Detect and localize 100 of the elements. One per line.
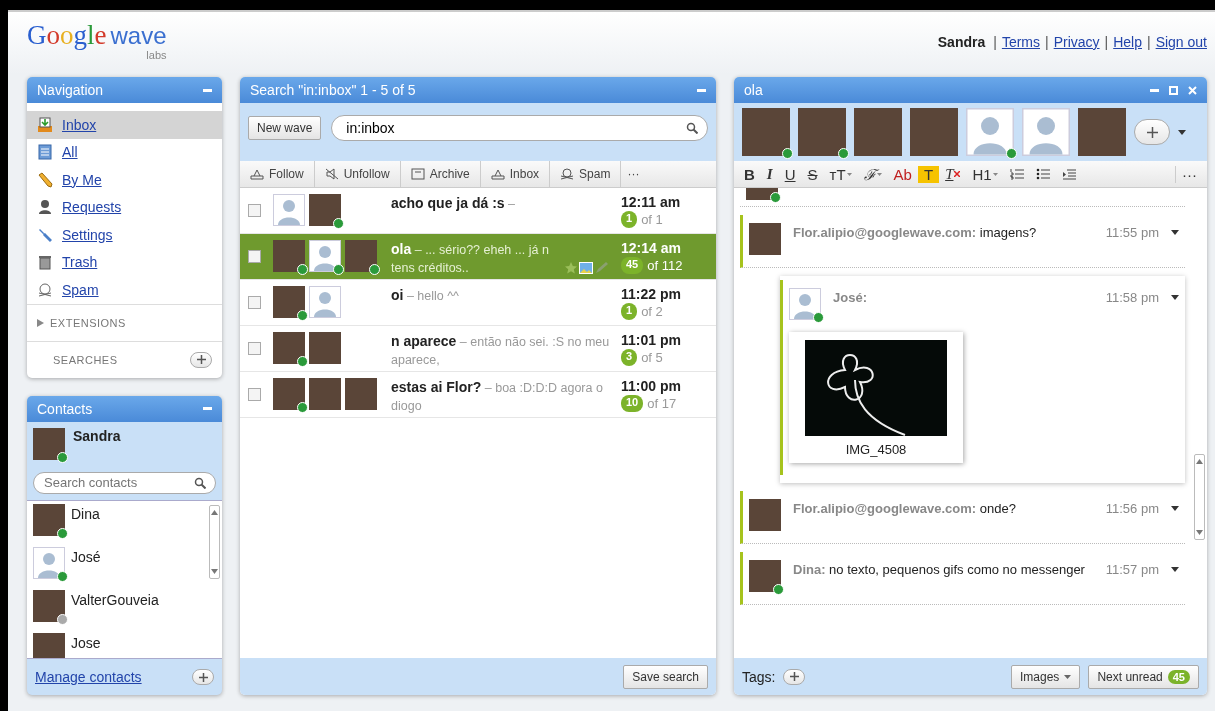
numbered-list-icon bbox=[1009, 168, 1024, 180]
panel-title: ola bbox=[744, 82, 763, 98]
status-dot bbox=[782, 148, 793, 159]
scroll-down-icon[interactable] bbox=[1196, 530, 1203, 535]
contact-item[interactable]: José bbox=[27, 543, 207, 587]
more-button[interactable]: ··· bbox=[1175, 165, 1203, 183]
nav-item[interactable]: All bbox=[27, 138, 222, 166]
separator: | bbox=[1045, 34, 1049, 50]
status-dot bbox=[1006, 148, 1017, 159]
format-button[interactable]: T bbox=[939, 165, 967, 183]
contact-name: ValterGouveia bbox=[71, 590, 159, 610]
logo-tag: labs bbox=[146, 49, 167, 61]
plus-icon bbox=[789, 672, 799, 681]
blip-text: Dina: no texto, pequenos gifs como no messenger bbox=[793, 561, 1086, 579]
skull-icon bbox=[37, 281, 53, 298]
format-button[interactable]: I bbox=[760, 165, 779, 183]
plus-icon bbox=[198, 672, 208, 682]
wave-row[interactable]: estas ai Flor? – boa :D:D:D agora o diogo 11:00 pm 10 of 17 bbox=[240, 372, 716, 418]
caret-icon[interactable] bbox=[1171, 295, 1179, 300]
searches-label: SEARCHES bbox=[53, 353, 118, 366]
image-attachment[interactable]: IMG_4508 bbox=[789, 332, 963, 463]
header-link[interactable]: Privacy bbox=[1053, 34, 1100, 50]
blip-total: of 17 bbox=[647, 395, 677, 412]
wave-row[interactable]: oi – hello ^^ 11:22 pm 1 of 2 bbox=[240, 280, 716, 326]
unread-count: 1 bbox=[621, 211, 638, 228]
format-button[interactable]: S bbox=[801, 165, 824, 183]
minimize-icon[interactable] bbox=[203, 88, 212, 92]
search-contacts-field[interactable]: Search contacts bbox=[33, 471, 216, 494]
trash-icon bbox=[37, 254, 53, 271]
header-link[interactable]: Help bbox=[1113, 34, 1142, 50]
wave-digest: oi – hello ^^ bbox=[391, 286, 460, 305]
toolbar-button[interactable]: Archive bbox=[400, 161, 481, 187]
add-contact-button[interactable] bbox=[192, 669, 214, 685]
blip-total: of 1 bbox=[641, 211, 663, 228]
scrollbar[interactable] bbox=[1194, 454, 1205, 540]
caret-icon[interactable] bbox=[1171, 567, 1179, 572]
format-button[interactable]: U bbox=[778, 165, 802, 183]
format-button[interactable]: тT bbox=[823, 165, 858, 183]
checkbox[interactable] bbox=[248, 388, 261, 401]
add-tag-button[interactable] bbox=[783, 668, 806, 685]
toolbar-button[interactable]: Follow bbox=[240, 161, 315, 187]
nav-item[interactable]: Spam bbox=[27, 276, 222, 304]
next-unread-button[interactable]: Next unread 45 bbox=[1088, 664, 1199, 689]
toolbar-button[interactable]: Unfollow bbox=[314, 161, 401, 187]
contact-item[interactable]: ValterGouveia bbox=[27, 586, 207, 630]
format-button[interactable]: B bbox=[738, 165, 761, 183]
unread-count: 45 bbox=[621, 257, 644, 274]
images-button[interactable]: Images bbox=[1011, 664, 1081, 689]
header-link[interactable]: Sign out bbox=[1155, 34, 1207, 50]
format-button[interactable]: Ab bbox=[887, 165, 918, 183]
save-search-button[interactable]: Save search bbox=[623, 664, 708, 689]
caret-icon bbox=[846, 172, 852, 176]
contact-item[interactable]: Jose bbox=[27, 629, 207, 658]
add-search-button[interactable] bbox=[190, 351, 212, 368]
extensions-toggle[interactable]: EXTENSIONS bbox=[50, 316, 126, 329]
nav-item[interactable]: Settings bbox=[27, 221, 222, 249]
checkbox[interactable] bbox=[248, 250, 261, 263]
panel-title: Contacts bbox=[37, 400, 93, 417]
scroll-up-icon[interactable] bbox=[211, 509, 218, 515]
expand-arrow-icon[interactable] bbox=[37, 318, 44, 327]
nav-item[interactable]: Trash bbox=[27, 248, 222, 276]
scrollbar[interactable] bbox=[209, 504, 220, 579]
minimize-icon[interactable] bbox=[697, 88, 706, 92]
toolbar-button[interactable]: Spam bbox=[550, 161, 622, 187]
nav-item[interactable]: Inbox bbox=[27, 111, 222, 139]
format-button[interactable]: ℱ bbox=[857, 164, 888, 184]
manage-contacts-link[interactable]: Manage contacts bbox=[35, 669, 142, 685]
toolbar-button[interactable]: Inbox bbox=[480, 161, 551, 187]
close-icon[interactable] bbox=[1188, 85, 1197, 95]
caret-icon[interactable] bbox=[1178, 129, 1186, 135]
wave-time: 11:00 pm bbox=[621, 378, 681, 395]
caret-icon bbox=[992, 172, 998, 176]
status-dot bbox=[333, 264, 344, 275]
user-name: Sandra bbox=[937, 34, 986, 50]
contact-item[interactable]: Dina bbox=[27, 500, 207, 544]
checkbox[interactable] bbox=[248, 342, 261, 355]
nav-item[interactable]: By Me bbox=[27, 166, 222, 194]
wave-row[interactable]: n aparece – então não sei. :S no meu aparece, 11:01 pm 3 of 5 bbox=[240, 326, 716, 372]
add-participant-button[interactable] bbox=[1134, 119, 1170, 145]
format-button[interactable]: H1 bbox=[966, 165, 1004, 183]
caret-icon[interactable] bbox=[1171, 506, 1179, 511]
search-icon bbox=[686, 122, 698, 134]
status-dot bbox=[773, 584, 784, 595]
new-wave-button[interactable]: New wave bbox=[248, 116, 322, 140]
nav-item[interactable]: Requests bbox=[27, 193, 222, 221]
wave-time: 12:14 am bbox=[621, 240, 682, 257]
checkbox[interactable] bbox=[248, 296, 261, 309]
caret-icon[interactable] bbox=[1171, 230, 1179, 235]
inbox-tray-icon bbox=[490, 168, 505, 180]
status-dot bbox=[57, 451, 68, 463]
checkbox[interactable] bbox=[248, 204, 261, 217]
header-link[interactable]: Terms bbox=[1001, 34, 1040, 50]
maximize-icon[interactable] bbox=[1169, 85, 1178, 95]
scroll-up-icon[interactable] bbox=[1196, 459, 1203, 464]
scroll-down-icon[interactable] bbox=[211, 568, 218, 574]
separator: | bbox=[993, 34, 997, 50]
format-button[interactable]: T bbox=[917, 165, 940, 183]
search-field[interactable]: in:inbox bbox=[331, 115, 708, 141]
more-button[interactable]: ··· bbox=[621, 161, 646, 187]
minimize-icon[interactable] bbox=[1150, 88, 1159, 92]
